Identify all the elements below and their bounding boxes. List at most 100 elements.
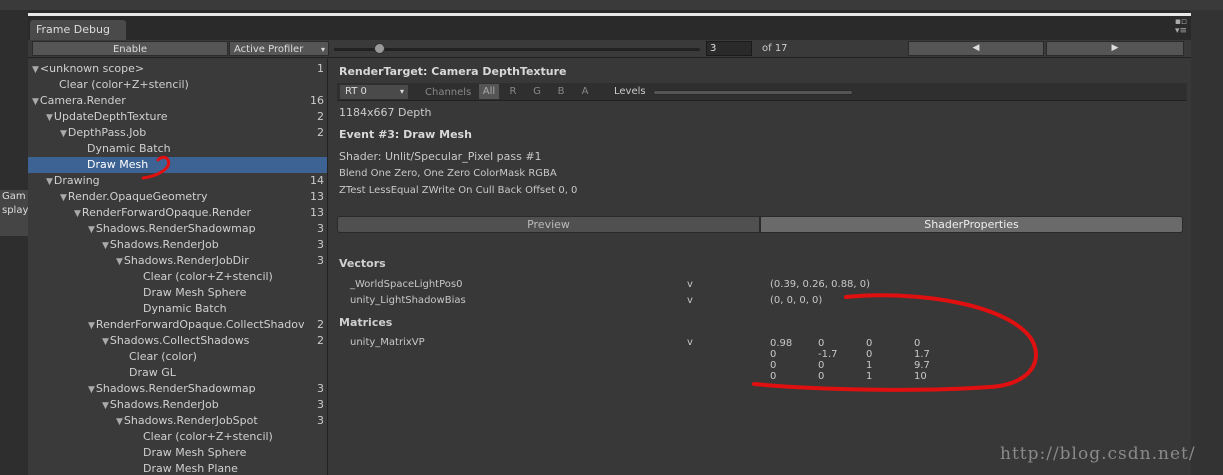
tree-item[interactable]: ▼Camera.Render 16 (28, 93, 327, 110)
tree-item[interactable]: ▼Shadows.RenderJob 3 (28, 237, 327, 253)
expand-triangle-icon[interactable]: ▼ (32, 65, 39, 75)
vectors-heading: Vectors (339, 257, 386, 270)
expand-triangle-icon[interactable]: ▼ (116, 417, 123, 427)
tree-item[interactable]: Clear (color) (28, 349, 327, 365)
tree-item-text: Shadows.RenderJobDir (123, 254, 249, 267)
tree-item-label: ▼Shadows.RenderJobSpot (116, 413, 316, 430)
tree-item[interactable]: Clear (color+Z+stencil) (28, 77, 327, 93)
tree-item[interactable]: ▼DepthPass.Job 2 (28, 125, 327, 141)
expand-triangle-icon[interactable]: ▼ (102, 337, 109, 347)
enable-button[interactable]: Enable (32, 41, 228, 56)
matrix-cell: 0 (818, 371, 825, 382)
tree-item[interactable]: ▼Shadows.RenderJob 3 (28, 397, 327, 413)
tree-item-text: Shadows.RenderShadowmap (95, 382, 256, 395)
tree-item-label: ▼<unknown scope> (32, 61, 316, 78)
levels-slider[interactable] (653, 90, 853, 95)
matrix-cell: 0 (818, 360, 825, 371)
tree-item-text: Draw GL (129, 366, 176, 379)
tree-item-label: ▼Camera.Render (32, 93, 316, 110)
tree-item[interactable]: ▼RenderForwardOpaque.Render 13 (28, 205, 327, 221)
tree-item[interactable]: Dynamic Batch (28, 141, 327, 157)
tree-item-count: 3 (317, 398, 324, 411)
channel-r-button[interactable]: R (503, 84, 523, 99)
tree-item[interactable]: ▼Shadows.CollectShadows 2 (28, 333, 327, 349)
tree-item[interactable]: ▼Shadows.RenderShadowmap 3 (28, 381, 327, 398)
tree-item-label: Draw Mesh Sphere (143, 285, 316, 301)
window-titlebar: Frame Debug ▪▫ ▾≡ (28, 16, 1191, 40)
tree-item-label: ▼Drawing (46, 173, 316, 190)
tree-item[interactable]: Clear (color+Z+stencil) (28, 269, 327, 285)
tree-item-count: 1 (317, 62, 324, 75)
display-label: splay (2, 205, 28, 216)
expand-triangle-icon[interactable]: ▼ (60, 129, 67, 139)
tree-item[interactable]: ▼Shadows.RenderJobSpot 3 (28, 413, 327, 430)
tree-item[interactable]: ▼<unknown scope> 1 (28, 61, 327, 78)
matrix-cell: 0.98 (770, 338, 793, 349)
expand-triangle-icon[interactable]: ▼ (74, 209, 81, 219)
tree-item-count: 2 (317, 318, 324, 331)
frame-slider-thumb[interactable] (374, 43, 385, 54)
tab-menu-icon[interactable]: ▾≡ (1175, 27, 1187, 36)
channel-all-button[interactable]: All (479, 84, 499, 99)
tree-item-text: Shadows.RenderJob (109, 398, 219, 411)
frame-debug-tab[interactable]: Frame Debug (30, 20, 126, 40)
expand-triangle-icon[interactable]: ▼ (46, 177, 53, 187)
tree-item-selected[interactable]: Draw Mesh (28, 157, 327, 173)
tree-item[interactable]: Draw GL (28, 365, 327, 381)
watermark: http://blog.csdn.net/ (1000, 444, 1196, 464)
window-menu-icons[interactable]: ▪▫ ▾≡ (1175, 18, 1187, 36)
tree-item[interactable]: Draw Mesh Sphere (28, 445, 327, 461)
game-view-tab[interactable]: Gam splay (0, 190, 28, 236)
matrix-stage: v (687, 337, 693, 348)
frame-number-input[interactable]: 3 (706, 41, 752, 56)
expand-triangle-icon[interactable]: ▼ (88, 385, 95, 395)
tree-item[interactable]: Clear (color+Z+stencil) (28, 429, 327, 445)
tree-item-text: Shadows.RenderJob (109, 238, 219, 251)
matrix-cell: 0 (770, 371, 777, 382)
expand-triangle-icon[interactable]: ▼ (46, 113, 53, 123)
expand-triangle-icon[interactable]: ▼ (88, 225, 95, 235)
tree-item-label: Draw GL (129, 365, 316, 381)
tree-item-text: RenderForwardOpaque.CollectShadov (95, 318, 305, 331)
tree-item-count: 13 (310, 206, 324, 219)
event-blend-state: Blend One Zero, One Zero ColorMask RGBA (339, 168, 557, 179)
vector-stage: v (687, 279, 693, 290)
channel-g-button[interactable]: G (527, 84, 547, 99)
tree-item-label: Clear (color+Z+stencil) (143, 429, 316, 445)
tab-shader-properties[interactable]: ShaderProperties (760, 216, 1183, 233)
tree-item[interactable]: ▼Render.OpaqueGeometry 13 (28, 189, 327, 205)
matrix-cell: 1 (866, 360, 873, 371)
tree-item[interactable]: Draw Mesh Plane (28, 461, 327, 475)
frame-slider-track[interactable] (334, 48, 700, 51)
tree-item-text: Draw Mesh Sphere (143, 446, 247, 459)
tree-item[interactable]: Dynamic Batch (28, 301, 327, 317)
tab-preview[interactable]: Preview (337, 216, 760, 233)
tree-item-label: ▼Shadows.RenderShadowmap (88, 381, 316, 398)
tree-item[interactable]: ▼Shadows.RenderJobDir 3 (28, 253, 327, 269)
frame-count-label: of 17 (762, 43, 788, 54)
expand-triangle-icon[interactable]: ▼ (102, 241, 109, 251)
tree-item[interactable]: ▼Drawing 14 (28, 173, 327, 190)
arrow-right-icon: ▶ (1111, 43, 1119, 53)
matrix-cell: 0 (818, 338, 825, 349)
expand-triangle-icon[interactable]: ▼ (102, 401, 109, 411)
channel-a-button[interactable]: A (575, 84, 595, 99)
render-target-select[interactable]: RT 0 ▾ (340, 85, 408, 99)
expand-triangle-icon[interactable]: ▼ (88, 321, 95, 331)
matrix-cell: 0 (770, 360, 777, 371)
next-event-button[interactable]: ▶ (1046, 41, 1184, 56)
tree-item-label: Draw Mesh (87, 157, 316, 173)
expand-triangle-icon[interactable]: ▼ (60, 193, 67, 203)
tree-item[interactable]: Draw Mesh Sphere (28, 285, 327, 301)
tree-item[interactable]: ▼RenderForwardOpaque.CollectShadov 2 (28, 317, 327, 333)
tree-item[interactable]: ▼Shadows.RenderShadowmap 3 (28, 221, 327, 237)
details-tabs: Preview ShaderProperties (337, 216, 1183, 233)
tree-item-count: 3 (317, 414, 324, 427)
tree-item[interactable]: ▼UpdateDepthTexture 2 (28, 109, 327, 125)
render-target-resolution: 1184x667 Depth (339, 106, 432, 119)
expand-triangle-icon[interactable]: ▼ (32, 97, 39, 107)
previous-event-button[interactable]: ◀ (908, 41, 1044, 56)
channel-b-button[interactable]: B (551, 84, 571, 99)
expand-triangle-icon[interactable]: ▼ (116, 257, 123, 267)
active-profiler-dropdown[interactable]: Active Profiler ▾ (229, 41, 329, 56)
